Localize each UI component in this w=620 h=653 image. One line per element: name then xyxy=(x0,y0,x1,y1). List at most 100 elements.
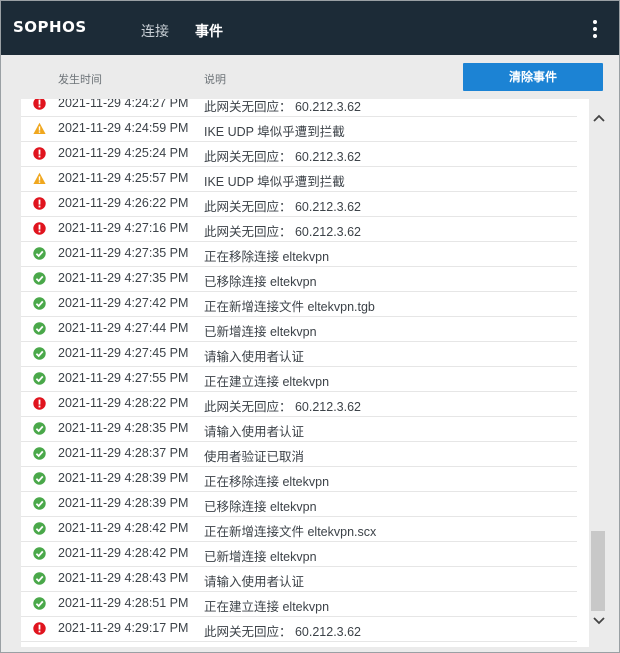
event-time: 2021-11-29 4:25:24 PM xyxy=(58,146,189,160)
event-description: 正在建立连接 eltekvpn xyxy=(204,600,330,614)
event-time: 2021-11-29 4:28:43 PM xyxy=(58,571,189,585)
sophos-logo: SOPHOS xyxy=(13,18,87,36)
event-row[interactable]: 2021-11-29 4:28:43 PM 请输入使用者认证 xyxy=(21,566,577,592)
event-time: 2021-11-29 4:25:57 PM xyxy=(58,171,189,185)
success-icon xyxy=(33,297,46,310)
scroll-down-icon[interactable] xyxy=(592,614,606,628)
success-icon xyxy=(33,372,46,385)
event-row[interactable]: 2021-11-29 4:29:17 PM 此网关无回应： 60.212.3.62 xyxy=(21,616,577,642)
event-time: 2021-11-29 4:26:22 PM xyxy=(58,196,189,210)
warning-icon xyxy=(33,172,46,185)
event-row[interactable]: 2021-11-29 4:27:44 PM 已新增连接 eltekvpn xyxy=(21,316,577,342)
event-description: 已移除连接 eltekvpn xyxy=(204,275,317,289)
event-description: 此网关无回应： 60.212.3.62 xyxy=(204,225,362,239)
event-time: 2021-11-29 4:28:39 PM xyxy=(58,471,189,485)
event-description: 已新增连接 eltekvpn xyxy=(204,550,317,564)
event-time: 2021-11-29 4:27:35 PM xyxy=(58,271,189,285)
event-time: 2021-11-29 4:27:16 PM xyxy=(58,221,189,235)
success-icon xyxy=(33,247,46,260)
event-time: 2021-11-29 4:28:42 PM xyxy=(58,521,189,535)
event-description: 正在建立连接 eltekvpn xyxy=(204,375,330,389)
success-icon xyxy=(33,547,46,560)
scroll-up-icon[interactable] xyxy=(592,111,606,125)
event-description: 使用者验证已取消 xyxy=(204,450,305,464)
event-row[interactable]: 2021-11-29 4:24:59 PM IKE UDP 埠似乎遭到拦截 xyxy=(21,116,577,142)
error-icon xyxy=(33,397,46,410)
tab-events-label: 事件 xyxy=(195,23,223,39)
event-row[interactable]: 2021-11-29 4:27:35 PM 正在移除连接 eltekvpn xyxy=(21,241,577,267)
success-icon xyxy=(33,347,46,360)
success-icon xyxy=(33,597,46,610)
event-time: 2021-11-29 4:27:35 PM xyxy=(58,246,189,260)
event-description: 此网关无回应： 60.212.3.62 xyxy=(204,400,362,414)
error-icon xyxy=(33,147,46,160)
error-icon xyxy=(33,99,46,110)
event-row[interactable]: 2021-11-29 4:28:39 PM 已移除连接 eltekvpn xyxy=(21,491,577,517)
event-time: 2021-11-29 4:27:42 PM xyxy=(58,296,189,310)
column-header-time: 发生时间 xyxy=(58,74,102,86)
column-header-description: 说明 xyxy=(204,74,226,86)
event-description: 正在移除连接 eltekvpn xyxy=(204,250,330,264)
success-icon xyxy=(33,497,46,510)
event-row[interactable]: 2021-11-29 4:28:35 PM 请输入使用者认证 xyxy=(21,416,577,442)
event-description: 此网关无回应： 60.212.3.62 xyxy=(204,625,362,639)
event-row[interactable]: 2021-11-29 4:25:57 PM IKE UDP 埠似乎遭到拦截 xyxy=(21,166,577,192)
event-description: IKE UDP 埠似乎遭到拦截 xyxy=(204,175,345,189)
event-row[interactable]: 2021-11-29 4:28:39 PM 正在移除连接 eltekvpn xyxy=(21,466,577,492)
event-row[interactable]: 2021-11-29 4:28:42 PM 正在新增连接文件 eltekvpn.s… xyxy=(21,516,577,542)
event-time: 2021-11-29 4:28:39 PM xyxy=(58,496,189,510)
event-list[interactable]: 2021-11-29 4:24:27 PM 此网关无回应： 60.212.3.62… xyxy=(21,99,589,647)
event-time: 2021-11-29 4:27:45 PM xyxy=(58,346,189,360)
clear-events-button[interactable]: 清除事件 xyxy=(463,63,603,91)
error-icon xyxy=(33,222,46,235)
event-time: 2021-11-29 4:27:44 PM xyxy=(58,321,189,335)
event-description: 请输入使用者认证 xyxy=(204,350,305,364)
success-icon xyxy=(33,272,46,285)
event-row[interactable]: 2021-11-29 4:27:42 PM 正在新增连接文件 eltekvpn.t… xyxy=(21,291,577,317)
error-icon xyxy=(33,622,46,635)
app-window: SOPHOS 连接 事件 发生时间 说明 清除事件 2021-11-29 4:2… xyxy=(0,0,620,653)
event-row[interactable]: 2021-11-29 4:25:24 PM 此网关无回应： 60.212.3.62 xyxy=(21,141,577,167)
top-bar: SOPHOS 连接 事件 xyxy=(1,1,619,58)
event-description: 此网关无回应： 60.212.3.62 xyxy=(204,100,362,114)
more-menu-icon[interactable] xyxy=(589,20,601,40)
success-icon xyxy=(33,572,46,585)
warning-icon xyxy=(33,122,46,135)
event-row[interactable]: 2021-11-29 4:28:22 PM 此网关无回应： 60.212.3.62 xyxy=(21,391,577,417)
success-icon xyxy=(33,447,46,460)
event-description: 已移除连接 eltekvpn xyxy=(204,500,317,514)
tab-connections[interactable]: 连接 xyxy=(141,21,169,41)
event-row[interactable]: 2021-11-29 4:27:55 PM 正在建立连接 eltekvpn xyxy=(21,366,577,392)
event-description: 正在移除连接 eltekvpn xyxy=(204,475,330,489)
success-icon xyxy=(33,322,46,335)
event-row[interactable]: 2021-11-29 4:28:37 PM 使用者验证已取消 xyxy=(21,441,577,467)
success-icon xyxy=(33,422,46,435)
event-time: 2021-11-29 4:24:59 PM xyxy=(58,121,189,135)
event-row[interactable]: 2021-11-29 4:28:51 PM 正在建立连接 eltekvpn xyxy=(21,591,577,617)
event-time: 2021-11-29 4:28:51 PM xyxy=(58,596,189,610)
success-icon xyxy=(33,472,46,485)
event-description: 正在新增连接文件 eltekvpn.scx xyxy=(204,525,377,539)
event-row[interactable]: 2021-11-29 4:27:35 PM 已移除连接 eltekvpn xyxy=(21,266,577,292)
event-description: 请输入使用者认证 xyxy=(204,425,305,439)
event-time: 2021-11-29 4:29:17 PM xyxy=(58,621,189,635)
success-icon xyxy=(33,522,46,535)
event-description: IKE UDP 埠似乎遭到拦截 xyxy=(204,125,345,139)
event-time: 2021-11-29 4:28:42 PM xyxy=(58,546,189,560)
scrollbar-thumb[interactable] xyxy=(591,531,605,611)
event-time: 2021-11-29 4:24:27 PM xyxy=(58,99,189,110)
event-row[interactable]: 2021-11-29 4:28:42 PM 已新增连接 eltekvpn xyxy=(21,541,577,567)
event-row[interactable]: 2021-11-29 4:24:27 PM 此网关无回应： 60.212.3.62 xyxy=(21,99,577,117)
tab-events[interactable]: 事件 xyxy=(195,21,223,58)
event-description: 已新增连接 eltekvpn xyxy=(204,325,317,339)
error-icon xyxy=(33,197,46,210)
event-row[interactable]: 2021-11-29 4:26:22 PM 此网关无回应： 60.212.3.62 xyxy=(21,191,577,217)
event-row[interactable]: 2021-11-29 4:27:45 PM 请输入使用者认证 xyxy=(21,341,577,367)
event-description: 请输入使用者认证 xyxy=(204,575,305,589)
scrollbar[interactable] xyxy=(589,99,609,647)
event-description: 此网关无回应： 60.212.3.62 xyxy=(204,150,362,164)
event-row[interactable]: 2021-11-29 4:27:16 PM 此网关无回应： 60.212.3.62 xyxy=(21,216,577,242)
event-time: 2021-11-29 4:28:35 PM xyxy=(58,421,189,435)
event-time: 2021-11-29 4:28:37 PM xyxy=(58,446,189,460)
events-header: 发生时间 说明 清除事件 xyxy=(1,55,619,99)
